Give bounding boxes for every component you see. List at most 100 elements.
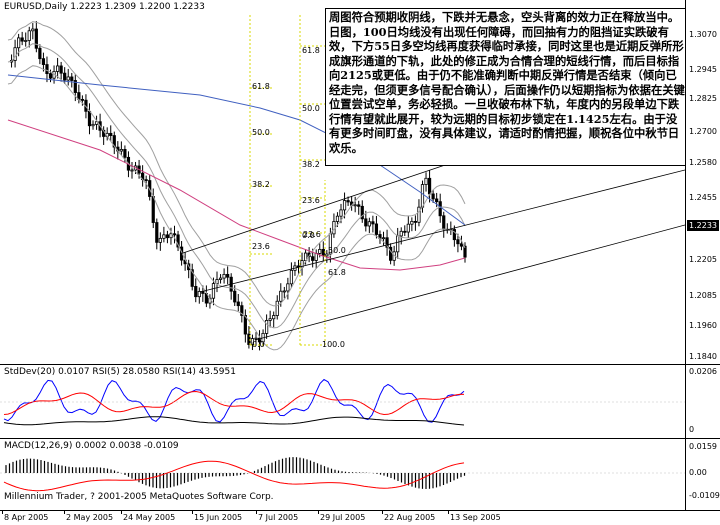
price-chart-panel[interactable]: EURUSD,Daily 1.2223 1.2309 1.2200 1.2233…: [0, 0, 692, 364]
candle-body: [211, 283, 216, 299]
analysis-text-box[interactable]: 周图符合预期收阴线，下跌并无悬念，空头背离的效力正在释放当中。日图，100日均线…: [325, 8, 692, 166]
indicator1-label: StdDev(20) 0.0107 RSI(5) 28.0580 RSI(14)…: [4, 367, 236, 377]
candle-body: [286, 283, 290, 292]
candle-body: [268, 318, 272, 321]
candle-body: [413, 220, 418, 223]
candle-body: [367, 221, 371, 227]
price-tick-label: 1.2580: [689, 158, 717, 167]
candle-body: [169, 233, 173, 239]
fib-left-label: 0.0: [252, 340, 265, 349]
candle-body: [353, 204, 357, 207]
time-tick-mark: [121, 511, 122, 514]
fib-right-label: 50.0: [302, 104, 320, 113]
candle-body: [119, 149, 123, 152]
candle-body: [275, 300, 279, 316]
candle-body: [442, 215, 446, 230]
candle-body: [155, 222, 159, 243]
price-tick-label: 1.2700: [689, 127, 717, 136]
candle-body: [172, 233, 177, 236]
candle-body: [314, 253, 318, 261]
candle-body: [59, 65, 63, 74]
candle-body: [63, 72, 67, 81]
price-tick-label: 1.2945: [689, 65, 717, 74]
candle-body: [403, 230, 407, 233]
price-tick-label: 1.2825: [689, 94, 717, 103]
time-tick-mark: [64, 511, 65, 514]
candle-body: [20, 37, 24, 42]
candle-body: [45, 64, 49, 74]
candle-body: [17, 37, 21, 49]
candle-body: [417, 206, 421, 223]
candle-body: [374, 223, 379, 235]
candle-body: [41, 58, 46, 65]
candle-body: [109, 132, 113, 136]
stddev-rsi-panel[interactable]: StdDev(20) 0.0107 RSI(5) 28.0580 RSI(14)…: [0, 364, 685, 438]
fib-mid-label: 61.8: [328, 268, 346, 277]
candle-body: [357, 204, 361, 207]
price-tick-label: 1.1960: [689, 321, 717, 330]
candle-body: [435, 198, 439, 203]
candle-body: [66, 76, 70, 81]
fib-left-label: 23.6: [252, 242, 270, 251]
time-axis[interactable]: 8 Apr 2005 2 May 2005 24 May 2005 15 Jun 20…: [0, 510, 720, 525]
candle-body: [364, 218, 368, 227]
time-axis-label: 2 May 2005: [66, 513, 114, 522]
candle-body: [226, 273, 230, 278]
macd-scale-zero: 0.00: [689, 468, 707, 477]
candle-body: [381, 237, 386, 240]
candle-body: [339, 209, 343, 217]
candle-body: [396, 235, 400, 253]
indicator1-scale: 0.0206 0: [685, 364, 720, 438]
candle-body: [236, 301, 240, 307]
candle-body: [31, 28, 35, 32]
candle-body: [406, 223, 410, 233]
candle-body: [371, 221, 375, 225]
candle-body: [130, 169, 134, 172]
fib-right-label: 61.8: [302, 46, 320, 55]
fib-right-label: 23.6: [302, 196, 320, 205]
time-tick-mark: [318, 511, 319, 514]
fib-right-label: 100.0: [322, 340, 345, 349]
fib-left-label: 38.2: [252, 180, 270, 189]
time-tick-mark: [192, 511, 193, 514]
time-tick-mark: [382, 511, 383, 514]
candle-body: [279, 290, 283, 302]
candle-body: [410, 220, 414, 225]
indicator2-scale: 0.0159 0.00 -0.0109: [685, 438, 720, 510]
candle-body: [346, 200, 350, 203]
fib-mid-label: 50.0: [328, 246, 346, 255]
indicator1-scale-zero: 0: [689, 425, 695, 434]
copyright-text: Millennium Trader, ? 2001-2005 MetaQuote…: [4, 492, 274, 502]
chart-symbol-label: EURUSD,Daily 1.2223 1.2309 1.2200 1.2233: [4, 2, 205, 12]
price-scale[interactable]: 1.30701.29451.28251.27001.25801.24551.23…: [685, 0, 720, 364]
candle-body: [123, 149, 127, 158]
time-axis-label: 22 Aug 2005: [384, 513, 436, 522]
candle-body: [194, 286, 198, 298]
fib-left-label: 50.0: [252, 128, 270, 137]
candle-body: [24, 40, 28, 42]
rsi14-line: [3, 390, 465, 416]
price-tick-label: 1.2455: [689, 193, 717, 202]
candle-body: [48, 73, 53, 79]
candle-body: [233, 290, 237, 303]
candle-body: [165, 234, 170, 239]
mt4-window: EURUSD,Daily 1.2223 1.2309 1.2200 1.2233…: [0, 0, 720, 525]
candle-body: [254, 337, 258, 340]
time-axis-label: 15 Jun 2005: [194, 513, 243, 522]
candle-body: [27, 30, 31, 41]
candle-body: [431, 193, 435, 200]
candle-body: [91, 123, 95, 127]
fib-left-label: 61.8: [252, 82, 270, 91]
macd-scale-bottom: -0.0109: [689, 491, 720, 500]
candle-body: [151, 196, 155, 223]
macd-scale-top: 0.0159: [689, 442, 717, 451]
candle-body: [282, 290, 286, 293]
candle-body: [218, 277, 223, 280]
candle-body: [399, 230, 403, 237]
candle-body: [162, 234, 166, 239]
candle-body: [427, 177, 432, 195]
time-axis-label: 8 Apr 2005: [4, 513, 49, 522]
time-tick-mark: [448, 511, 449, 514]
fib-right-label: 38.2: [302, 160, 320, 169]
rsi5-line: [3, 378, 465, 423]
